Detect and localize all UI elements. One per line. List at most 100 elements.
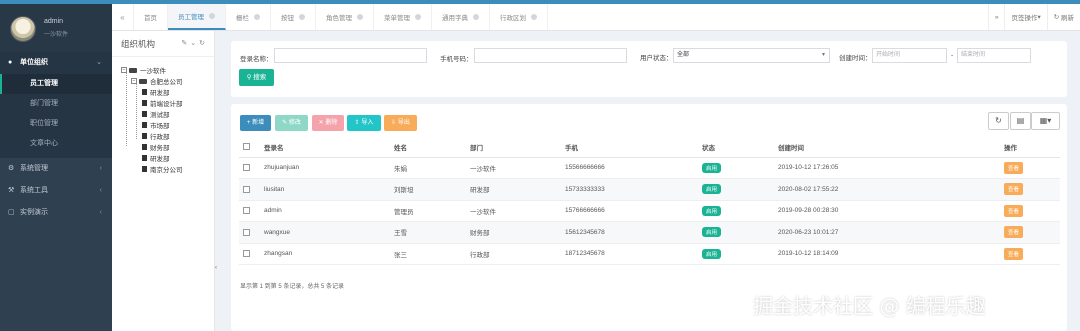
edit-icon[interactable]: ✎: [181, 40, 190, 47]
tree-node-branch[interactable]: 南京分公司: [142, 164, 183, 174]
tree-node-dept[interactable]: 研发部: [142, 153, 170, 163]
tree-title: 组织机构: [121, 39, 156, 49]
toggle-view-button[interactable]: ▤: [1010, 112, 1031, 130]
delete-button[interactable]: ✕ 删除: [312, 115, 344, 131]
row-checkbox[interactable]: [243, 228, 250, 236]
chevron-down-icon[interactable]: ⌄: [190, 40, 199, 47]
table-row[interactable]: zhujuanjuan 朱娟 一沙软件 15566666666 启用 2019-10-12…: [239, 157, 1060, 179]
refresh-icon: ↻: [1053, 14, 1061, 21]
cell-action: 查看: [1000, 178, 1060, 201]
sidebar-item-employees[interactable]: 员工管理: [0, 74, 112, 94]
collapse-icon[interactable]: −: [131, 78, 137, 84]
table-row[interactable]: admin 管理员 一沙软件 15766666666 启用 2019-09-28 00:2…: [239, 200, 1060, 222]
tree-node-dept[interactable]: 研发部: [142, 87, 170, 97]
row-checkbox[interactable]: [243, 185, 250, 193]
menu-org-label: 单位组织: [20, 59, 48, 66]
collapse-icon[interactable]: −: [121, 67, 127, 73]
tree-tools: ✎⌄↻: [181, 31, 208, 57]
tabs-prev-icon[interactable]: «: [112, 4, 134, 30]
panel-collapse-icon[interactable]: ‹: [215, 265, 220, 275]
table-row[interactable]: zhangsan 张三 行政部 18712345678 启用 2019-10-12 18:…: [239, 243, 1060, 265]
tab-grid[interactable]: 栅栏: [226, 4, 271, 30]
add-button[interactable]: + 新增: [240, 115, 271, 131]
close-icon[interactable]: [531, 14, 537, 20]
tree-node-label: 测试部: [150, 112, 170, 119]
menu-system[interactable]: ⚙ 系统管理 ‹: [0, 158, 112, 180]
close-icon[interactable]: [209, 13, 215, 19]
view-button[interactable]: 查看: [1004, 183, 1024, 196]
sidebar-item-departments[interactable]: 部门管理: [0, 94, 112, 114]
tab-regions[interactable]: 行政区划: [490, 4, 548, 30]
col-status[interactable]: 状态: [698, 137, 774, 158]
close-icon[interactable]: [254, 14, 260, 20]
import-button[interactable]: ⇧ 导入: [347, 115, 381, 131]
columns-button[interactable]: ▦▾: [1031, 112, 1060, 130]
tab-label: 通用字典: [442, 15, 468, 22]
chevron-left-icon: ‹: [99, 209, 102, 216]
view-button[interactable]: 查看: [1004, 247, 1024, 260]
close-icon[interactable]: [473, 14, 479, 20]
row-checkbox[interactable]: [243, 164, 250, 172]
cell-created: 2020-06-23 10:01:27: [774, 221, 1000, 244]
end-date-input[interactable]: 结束时间: [957, 48, 1031, 63]
start-date-input[interactable]: 开始时间: [872, 48, 947, 63]
close-icon[interactable]: [299, 14, 305, 20]
tree-node-dept[interactable]: 财务部: [142, 142, 170, 152]
page-ops-dropdown[interactable]: 页签操作 ▾: [1004, 4, 1046, 30]
col-login[interactable]: 登录名: [260, 137, 390, 158]
view-button[interactable]: 查看: [1004, 161, 1024, 174]
sidebar: admin 一沙软件 ● 单位组织 ⌄ 员工管理 部门管理 职位管理 文章中心 ⚙…: [0, 4, 112, 331]
tab-roles[interactable]: 角色管理: [316, 4, 374, 30]
close-icon[interactable]: [357, 14, 363, 20]
cell-action: 查看: [1000, 200, 1060, 222]
tree-node-dept[interactable]: 市场部: [142, 120, 170, 130]
tab-menus[interactable]: 菜单管理: [374, 4, 432, 30]
menu-tools[interactable]: ⚒ 系统工具 ‹: [0, 180, 112, 202]
tree-panel-header: 组织机构 ✎⌄↻: [112, 31, 214, 57]
col-phone[interactable]: 手机: [561, 137, 698, 158]
tabs-next-icon[interactable]: »: [987, 4, 1005, 30]
tree-node-dept[interactable]: 行政部: [142, 131, 170, 141]
row-checkbox[interactable]: [243, 250, 250, 258]
phone-input[interactable]: [474, 48, 627, 63]
sidebar-item-positions[interactable]: 职位管理: [0, 114, 112, 134]
table-row[interactable]: liusitan 刘斯坦 研发部 15733333333 启用 2020-08-02 17…: [239, 178, 1060, 201]
tab-dictionary[interactable]: 通用字典: [432, 4, 490, 30]
close-icon[interactable]: [415, 14, 421, 20]
refresh-button[interactable]: ↻ 刷新: [1046, 4, 1080, 30]
export-button[interactable]: ⇩ 导出: [384, 115, 417, 131]
table-refresh-button[interactable]: ↻: [988, 112, 1009, 130]
search-button[interactable]: ⚲ 搜索: [239, 69, 274, 86]
menu-org[interactable]: ● 单位组织 ⌄: [0, 52, 112, 74]
tree-node-dept[interactable]: 测试部: [142, 109, 170, 119]
menu-demo[interactable]: ▢ 实例演示 ‹: [0, 202, 112, 224]
col-actions: 操作: [1000, 137, 1060, 158]
login-name-input[interactable]: [274, 48, 427, 63]
tree-node-branch[interactable]: − 合肥总公司: [131, 76, 183, 86]
col-created[interactable]: 创建时间: [774, 137, 1000, 158]
col-name[interactable]: 姓名: [390, 137, 466, 158]
cell-action: 查看: [1000, 157, 1060, 179]
status-label: 用户状态：: [640, 55, 673, 62]
tab-buttons[interactable]: 按钮: [271, 4, 316, 30]
view-button[interactable]: 查看: [1004, 226, 1024, 239]
edit-button[interactable]: ✎ 修改: [275, 115, 308, 131]
row-checkbox[interactable]: [243, 207, 250, 215]
cell-action: 查看: [1000, 221, 1060, 244]
refresh-icon[interactable]: ↻: [199, 40, 208, 47]
tree-node-root[interactable]: − 一沙软件: [121, 65, 166, 75]
tree-node-dept[interactable]: 前端设计部: [142, 98, 183, 108]
status-select[interactable]: 全部 ▾: [673, 48, 830, 63]
avatar[interactable]: [10, 16, 36, 42]
date-range-dash: -: [951, 52, 954, 59]
status-badge: 启用: [702, 184, 722, 195]
sidebar-item-articles[interactable]: 文章中心: [0, 134, 112, 154]
view-button[interactable]: 查看: [1004, 204, 1024, 217]
tab-employees[interactable]: 员工管理: [168, 4, 226, 30]
cell-phone: 15733333333: [561, 178, 698, 201]
table-row[interactable]: wangxue 王雪 财务部 15612345678 启用 2020-06-23 10:0…: [239, 221, 1060, 244]
select-all-checkbox[interactable]: [243, 143, 250, 151]
tab-home[interactable]: 首页: [134, 4, 168, 30]
cell-phone: 15766666666: [561, 200, 698, 222]
col-dept[interactable]: 部门: [466, 137, 561, 158]
